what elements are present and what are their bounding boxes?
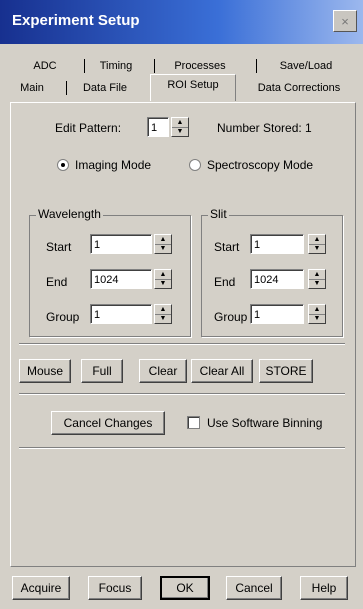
wavelength-end-input[interactable]: 1024 (90, 269, 152, 289)
spin-down-icon[interactable]: ▼ (155, 244, 171, 253)
store-button[interactable]: STORE (259, 359, 313, 383)
acquire-button[interactable]: Acquire (12, 576, 70, 600)
mouse-button[interactable]: Mouse (19, 359, 71, 383)
edit-pattern-spinner[interactable]: ▲ ▼ (171, 117, 189, 137)
wavelength-group-label: Group (46, 310, 80, 324)
spin-down-icon[interactable]: ▼ (172, 127, 188, 136)
tab-divider (84, 59, 85, 73)
clear-all-button[interactable]: Clear All (191, 359, 253, 383)
help-button[interactable]: Help (300, 576, 348, 600)
spin-down-icon[interactable]: ▼ (155, 279, 171, 288)
imaging-mode-radio[interactable] (57, 159, 69, 171)
tab-data-corrections[interactable]: Data Corrections (240, 78, 358, 98)
wavelength-start-label: Start (46, 240, 72, 254)
wavelength-start-spinner[interactable]: ▲ ▼ (154, 234, 172, 254)
spectroscopy-mode-label: Spectroscopy Mode (207, 158, 314, 172)
edit-pattern-label: Edit Pattern: (55, 121, 122, 135)
wavelength-start-input[interactable]: 1 (90, 234, 152, 254)
tab-roi-setup-label: ROI Setup (167, 79, 219, 91)
slit-group: Slit Start 1 ▲ ▼ End 1024 ▲ ▼ Group 1 ▲ … (201, 207, 343, 337)
slit-start-spinner[interactable]: ▲ ▼ (308, 234, 326, 254)
slit-end-spinner[interactable]: ▲ ▼ (308, 269, 326, 289)
slit-group-title: Slit (208, 207, 229, 221)
wavelength-group: Wavelength Start 1 ▲ ▼ End 1024 ▲ ▼ Grou… (29, 207, 191, 337)
spin-down-icon[interactable]: ▼ (309, 279, 325, 288)
window-title: Experiment Setup (12, 12, 140, 29)
roi-setup-panel: Edit Pattern: 1 ▲ ▼ Number Stored: 1 Ima… (10, 102, 356, 567)
focus-button[interactable]: Focus (88, 576, 142, 600)
clear-button[interactable]: Clear (139, 359, 187, 383)
tab-divider (256, 59, 257, 73)
software-binning-checkbox[interactable] (187, 416, 200, 429)
tab-timing[interactable]: Timing (90, 56, 142, 76)
tab-save-load[interactable]: Save/Load (264, 56, 348, 76)
edit-pattern-input[interactable]: 1 (147, 117, 169, 137)
slit-group-spinner[interactable]: ▲ ▼ (308, 304, 326, 324)
tab-roi-setup[interactable]: ROI Setup (150, 74, 236, 101)
wavelength-group-spinner[interactable]: ▲ ▼ (154, 304, 172, 324)
cancel-button[interactable]: Cancel (226, 576, 282, 600)
divider (19, 447, 345, 449)
wavelength-end-spinner[interactable]: ▲ ▼ (154, 269, 172, 289)
imaging-mode-label: Imaging Mode (75, 158, 152, 172)
wavelength-group-input[interactable]: 1 (90, 304, 152, 324)
divider (19, 343, 345, 345)
tab-processes[interactable]: Processes (160, 56, 240, 76)
tab-main[interactable]: Main (8, 78, 56, 98)
wavelength-end-label: End (46, 275, 68, 289)
spin-down-icon[interactable]: ▼ (309, 314, 325, 323)
number-stored-label: Number Stored: 1 (217, 121, 312, 135)
slit-group-input[interactable]: 1 (250, 304, 304, 324)
spectroscopy-mode-radio[interactable] (189, 159, 201, 171)
software-binning-label: Use Software Binning (207, 416, 323, 430)
close-icon[interactable]: × (333, 10, 357, 32)
tab-divider (66, 81, 67, 95)
cancel-changes-button[interactable]: Cancel Changes (51, 411, 165, 435)
divider (19, 393, 345, 395)
wavelength-group-title: Wavelength (36, 207, 103, 221)
slit-end-input[interactable]: 1024 (250, 269, 304, 289)
tab-data-file[interactable]: Data File (72, 78, 138, 98)
full-button[interactable]: Full (81, 359, 123, 383)
title-bar: Experiment Setup × (0, 0, 363, 44)
tab-row-top: ADC Timing Processes Save/Load (8, 56, 356, 76)
tab-adc[interactable]: ADC (22, 56, 68, 76)
spin-down-icon[interactable]: ▼ (155, 314, 171, 323)
ok-button[interactable]: OK (160, 576, 210, 600)
spin-down-icon[interactable]: ▼ (309, 244, 325, 253)
slit-end-label: End (214, 275, 236, 289)
slit-start-label: Start (214, 240, 240, 254)
experiment-setup-window: Experiment Setup × ADC Timing Processes … (0, 0, 363, 609)
slit-start-input[interactable]: 1 (250, 234, 304, 254)
tab-divider (154, 59, 155, 73)
slit-group-label: Group (214, 310, 248, 324)
